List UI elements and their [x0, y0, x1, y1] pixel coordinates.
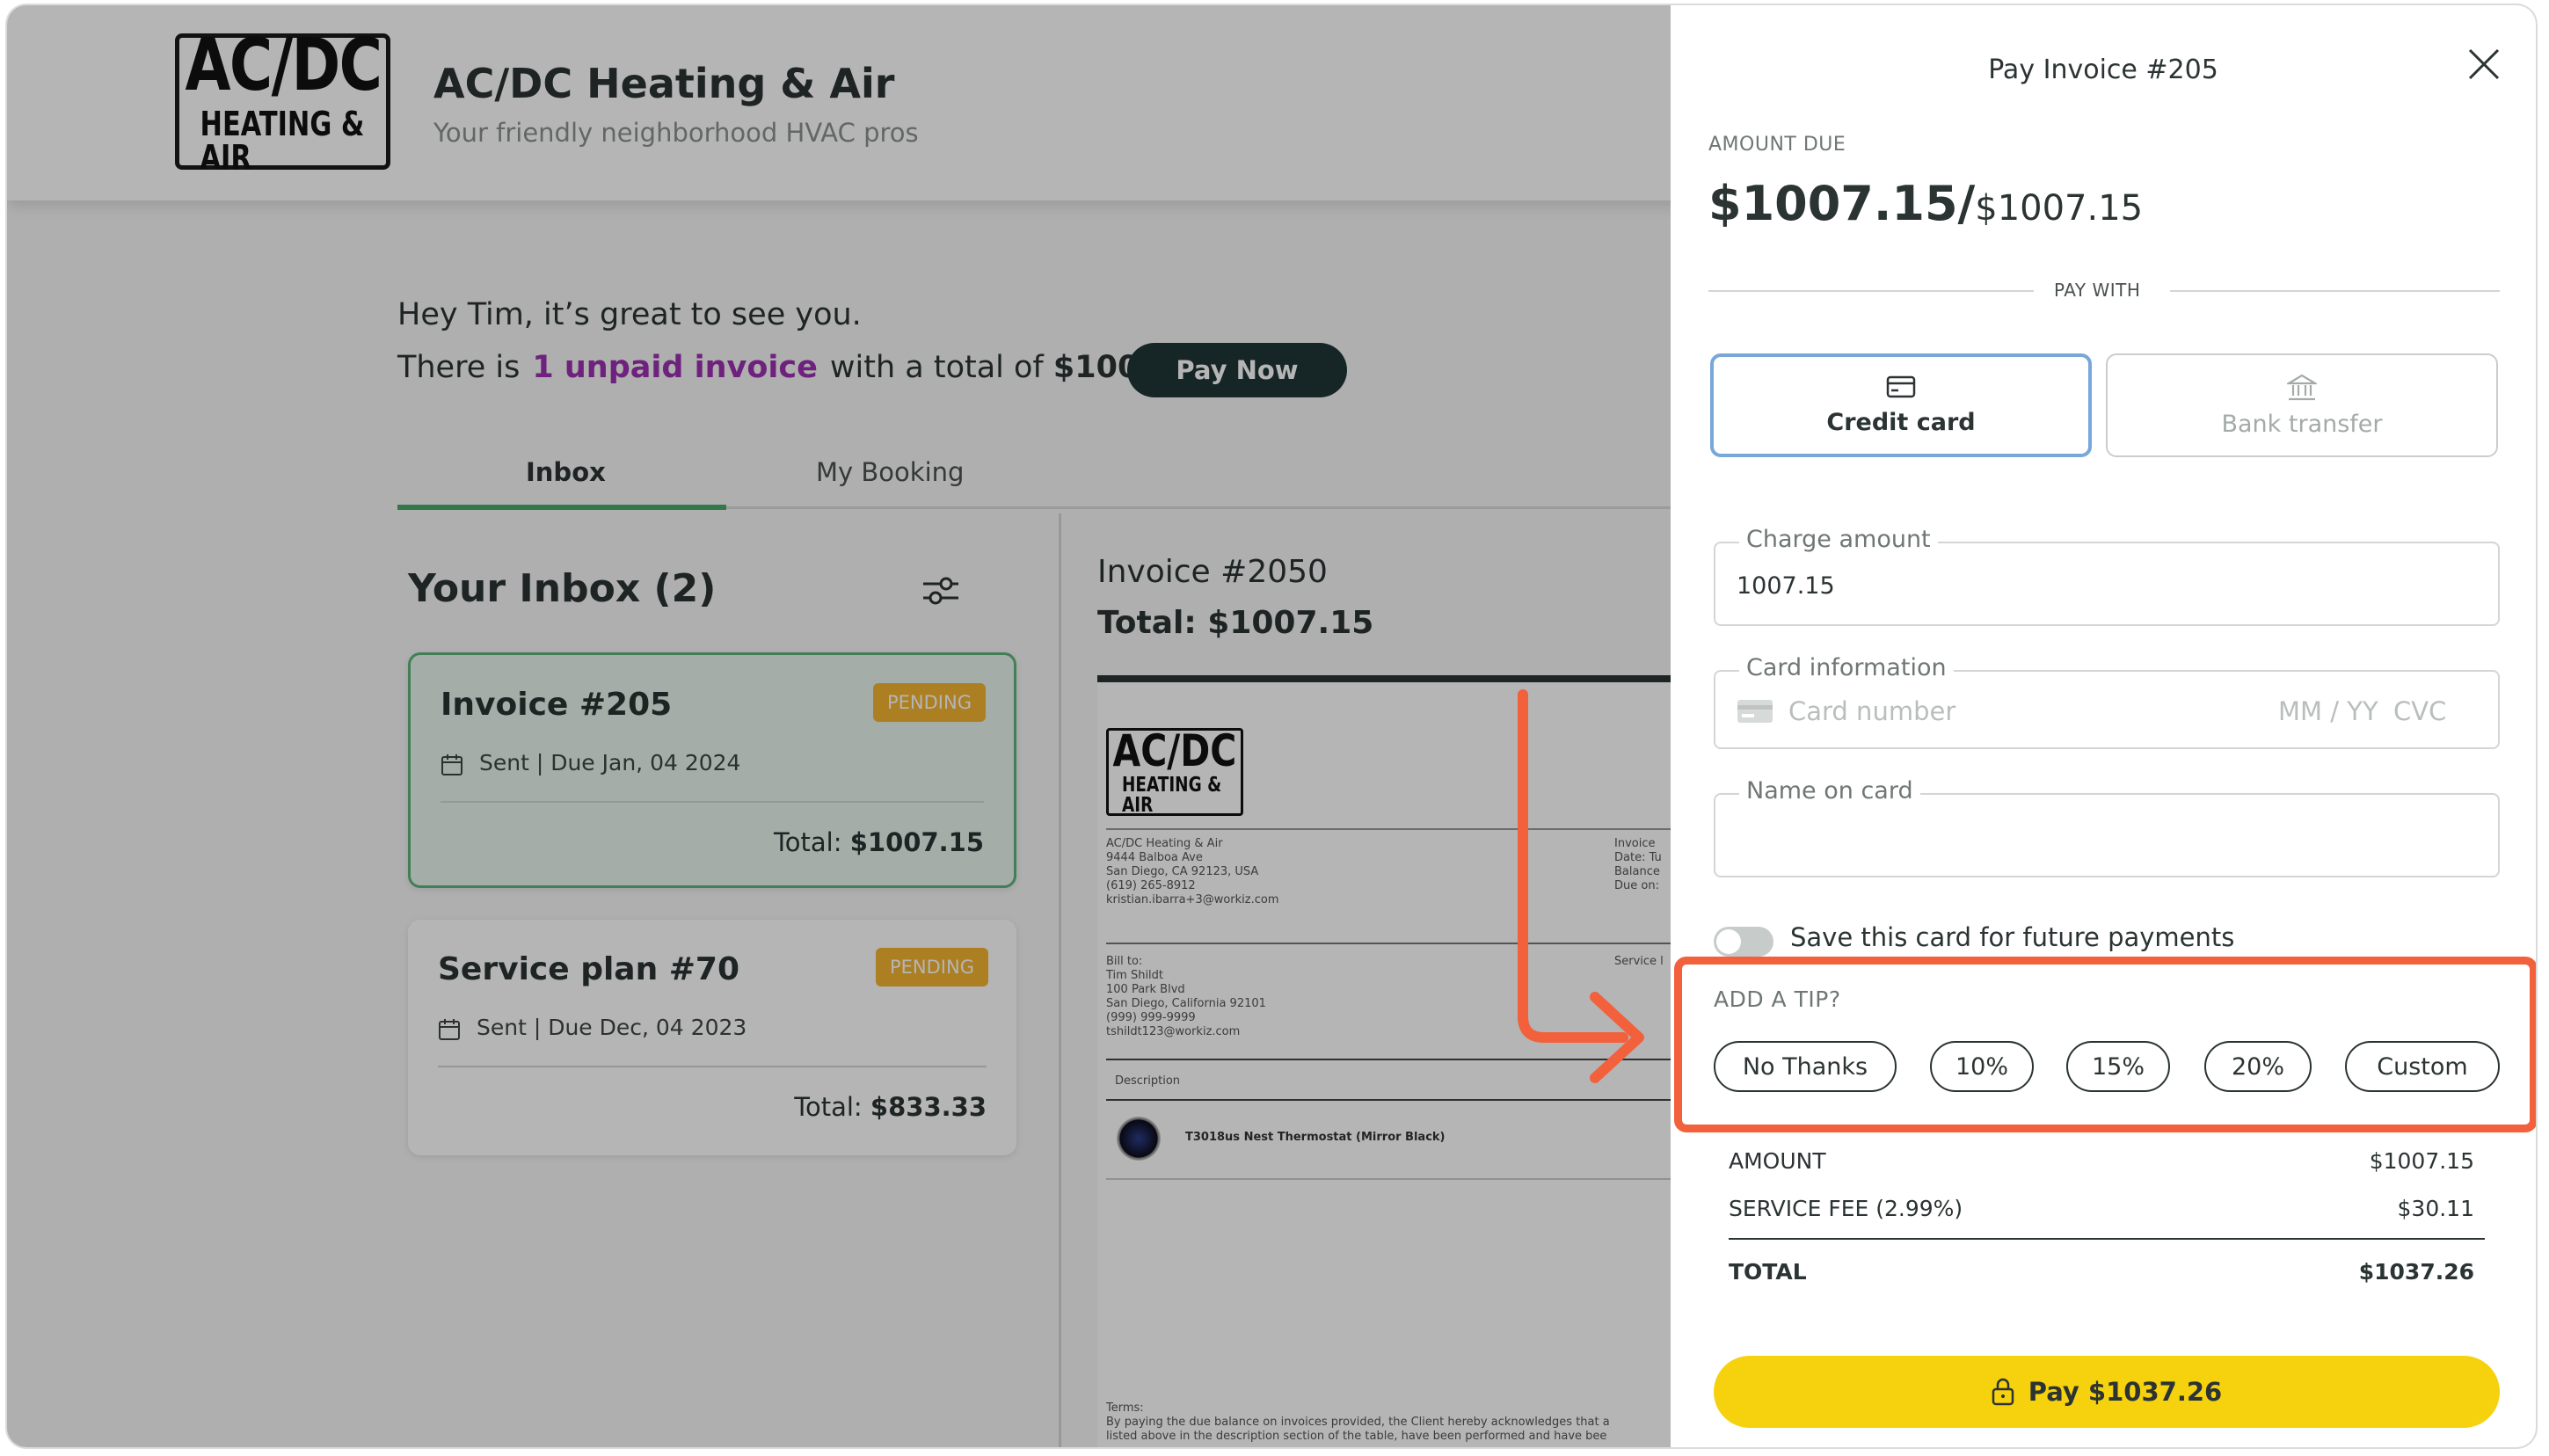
save-card-label: Save this card for future payments: [1790, 922, 2235, 952]
expiry-field[interactable]: MM / YY: [2278, 696, 2378, 726]
credit-card-icon: [1886, 375, 1916, 397]
tip-15[interactable]: 15%: [2066, 1041, 2170, 1092]
amount-due-value: $1007.15/$1007.15: [1708, 176, 2144, 231]
summary-total-value: $1037.26: [2358, 1259, 2474, 1285]
name-on-card-input[interactable]: [1714, 793, 2500, 877]
card-number-field[interactable]: Card number: [1788, 696, 1955, 726]
pay-button[interactable]: Pay $1037.26: [1714, 1356, 2500, 1428]
bank-transfer-option[interactable]: Bank transfer: [2106, 353, 2498, 457]
tip-title: ADD A TIP?: [1714, 986, 1841, 1012]
app-window: AC/DC HEATING & AIR AC/DC Heating & Air …: [7, 5, 2536, 1447]
lock-icon: [1992, 1378, 2014, 1406]
tip-10[interactable]: 10%: [1930, 1041, 2034, 1092]
panel-title: Pay Invoice #205: [1988, 55, 2218, 85]
credit-card-option[interactable]: Credit card: [1710, 353, 2092, 457]
summary-fee-label: SERVICE FEE (2.99%): [1729, 1196, 1963, 1221]
amount-due-label: AMOUNT DUE: [1708, 134, 1846, 156]
save-card-toggle[interactable]: [1714, 927, 1773, 957]
tip-custom[interactable]: Custom: [2345, 1041, 2500, 1092]
cvc-field[interactable]: CVC: [2393, 696, 2446, 726]
annotation-arrow-icon: [1518, 689, 1644, 1083]
pay-with-label: PAY WITH: [2054, 280, 2141, 301]
summary-fee-value: $30.11: [2397, 1196, 2474, 1221]
summary-amount-label: AMOUNT: [1729, 1148, 1826, 1174]
summary-amount-value: $1007.15: [2369, 1148, 2474, 1174]
tip-no-thanks[interactable]: No Thanks: [1714, 1041, 1897, 1092]
summary-total-label: TOTAL: [1729, 1259, 1807, 1285]
card-placeholder-icon: [1737, 700, 1773, 723]
close-icon[interactable]: [2465, 45, 2503, 84]
bank-icon: [2287, 374, 2317, 400]
tip-20[interactable]: 20%: [2204, 1041, 2312, 1092]
